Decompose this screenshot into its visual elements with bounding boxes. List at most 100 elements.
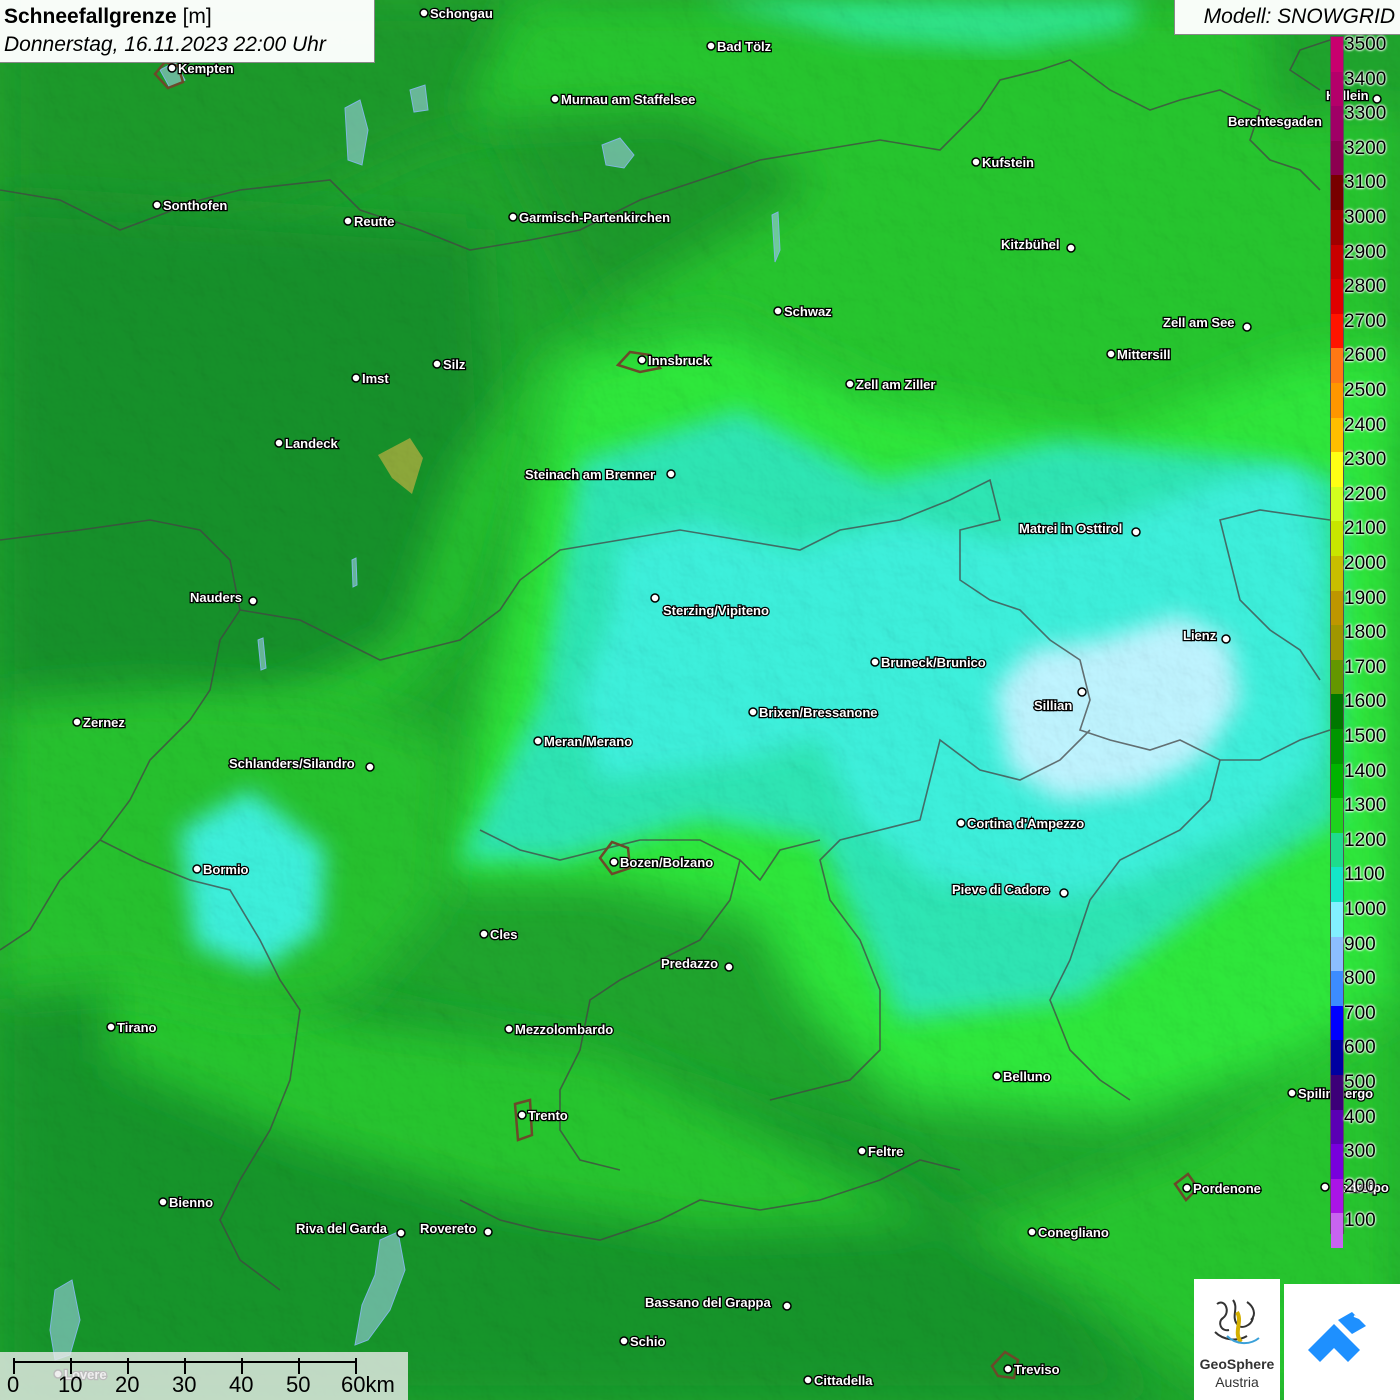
city-label: Sonthofen (163, 198, 227, 213)
city-marker[interactable]: Kufstein (971, 154, 1035, 171)
city-dot (1320, 1182, 1330, 1192)
city-dot (248, 596, 258, 606)
legend-value-label: 1900 (1344, 587, 1387, 609)
snowfall-line-map[interactable]: Schongau Bad Tölz Kempten Murnau am Staffel… (0, 0, 1400, 1400)
city-label: Zernez (83, 715, 125, 730)
legend-color-swatch (1331, 521, 1343, 557)
city-dot (274, 438, 284, 448)
legend-color-swatch (1331, 279, 1343, 315)
legend-value-label: 1600 (1344, 691, 1387, 713)
city-marker[interactable]: Cittadella (803, 1372, 875, 1389)
city-marker[interactable]: Conegliano (1027, 1224, 1110, 1241)
legend-value-label: 1400 (1344, 760, 1387, 782)
city-label: Lienz (1183, 628, 1217, 643)
city-label: Innsbruck (648, 353, 711, 368)
city-label: Bad Tölz (717, 39, 772, 54)
city-marker[interactable]: Garmisch-Partenkirchen (508, 209, 671, 226)
city-label: Bruneck/Brunico (881, 655, 986, 670)
legend-value-label: 2600 (1344, 345, 1387, 367)
city-marker[interactable]: Meran/Merano (533, 733, 633, 750)
legend-color-swatch (1331, 313, 1343, 349)
city-dot (956, 818, 966, 828)
parameter-unit: [m] (182, 5, 212, 28)
city-marker[interactable]: Zell am Ziller (845, 376, 937, 393)
city-label: Riva del Garda (296, 1221, 388, 1236)
legend-value-label: 1000 (1344, 899, 1387, 920)
scale-tick-label: 60km (341, 1372, 395, 1397)
legend-color-swatch (1331, 71, 1343, 107)
legend-color-swatch (1331, 798, 1343, 834)
city-dot (1106, 349, 1116, 359)
city-marker[interactable]: Schongau (419, 5, 494, 22)
city-marker[interactable]: Mezzolombardo (504, 1021, 615, 1038)
legend-color-swatch (1331, 1075, 1343, 1111)
city-dot (479, 929, 489, 939)
legend-color-swatch (1331, 867, 1343, 903)
city-marker[interactable]: Schlanders/Silandro (228, 755, 375, 772)
city-marker[interactable]: Bruneck/Brunico (870, 654, 987, 671)
city-label: Tirano (117, 1020, 157, 1035)
city-marker[interactable]: Bozen/Bolzano (609, 854, 715, 871)
city-label: Cittadella (814, 1373, 873, 1388)
city-label: Rovereto (420, 1221, 476, 1236)
city-dot (365, 762, 375, 772)
city-marker[interactable]: Kempten (167, 60, 235, 77)
geosphere-logo-text: GeoSphere (1199, 1356, 1275, 1372)
city-marker[interactable]: Steinach am Brenner (524, 466, 676, 483)
city-marker[interactable]: Landeck (274, 435, 340, 452)
city-label: Murnau am Staffelsee (561, 92, 695, 107)
city-dot (1131, 527, 1141, 537)
legend-color-swatch (1331, 140, 1343, 176)
city-marker[interactable]: Mittersill (1106, 346, 1172, 363)
city-dot (637, 355, 647, 365)
city-dot (1182, 1183, 1192, 1193)
legend-color-swatch (1331, 210, 1343, 246)
scale-tick-label: 40 (229, 1372, 254, 1397)
city-dot (609, 857, 619, 867)
city-marker[interactable]: Cortina d'Ampezzo (956, 815, 1086, 832)
legend-value-label: 2000 (1344, 553, 1387, 574)
legend-color-swatch (1331, 590, 1343, 626)
city-label: Zell am See (1163, 315, 1235, 330)
legend-value-label: 500 (1344, 1072, 1376, 1093)
legend-color-swatch (1331, 832, 1343, 868)
legend-value-label: 300 (1344, 1141, 1376, 1163)
city-dot (1059, 888, 1069, 898)
city-label: Zell am Ziller (856, 377, 935, 392)
legend-value-label: 3400 (1344, 68, 1387, 90)
city-dot (1003, 1364, 1013, 1374)
city-label: Sillian (1034, 698, 1072, 713)
city-label: Cles (490, 927, 517, 942)
scale-tick-label: 10 (58, 1372, 83, 1397)
legend-color-swatch (1331, 417, 1343, 453)
city-marker[interactable]: Pordenone (1182, 1180, 1262, 1197)
legend-color-swatch (1331, 1005, 1343, 1041)
city-label: Schongau (430, 6, 493, 21)
city-label: Kempten (178, 61, 234, 76)
city-marker[interactable]: Innsbruck (637, 352, 712, 369)
city-marker[interactable]: Bassano del Grappa (644, 1294, 792, 1311)
legend-value-label: 400 (1344, 1106, 1376, 1128)
city-dot (650, 593, 660, 603)
legend-color-swatch (1331, 659, 1343, 695)
city-label: Feltre (868, 1144, 903, 1159)
city-marker[interactable]: Bad Tölz (706, 38, 773, 55)
geosphere-logo-subtext: Austria (1215, 1374, 1259, 1390)
city-label: Conegliano (1038, 1225, 1109, 1240)
city-dot (504, 1024, 514, 1034)
city-marker[interactable]: Sonthofen (152, 197, 229, 214)
city-label: Landeck (285, 436, 339, 451)
city-dot (1372, 94, 1382, 104)
legend-value-label: 1100 (1344, 864, 1385, 886)
city-label: Garmisch-Partenkirchen (519, 210, 670, 225)
city-marker[interactable]: Brixen/Bressanone (748, 704, 879, 721)
city-dot (192, 864, 202, 874)
city-label: Trento (528, 1108, 568, 1123)
legend-value-label: 3500 (1344, 34, 1387, 55)
city-label: Sterzing/Vipiteno (663, 603, 769, 618)
legend-color-swatch (1331, 902, 1343, 938)
legend-color-swatch (1331, 729, 1343, 765)
city-dot (971, 157, 981, 167)
city-marker[interactable]: Matrei in Osttirol (1018, 520, 1141, 537)
city-marker[interactable]: Murnau am Staffelsee (550, 91, 697, 108)
